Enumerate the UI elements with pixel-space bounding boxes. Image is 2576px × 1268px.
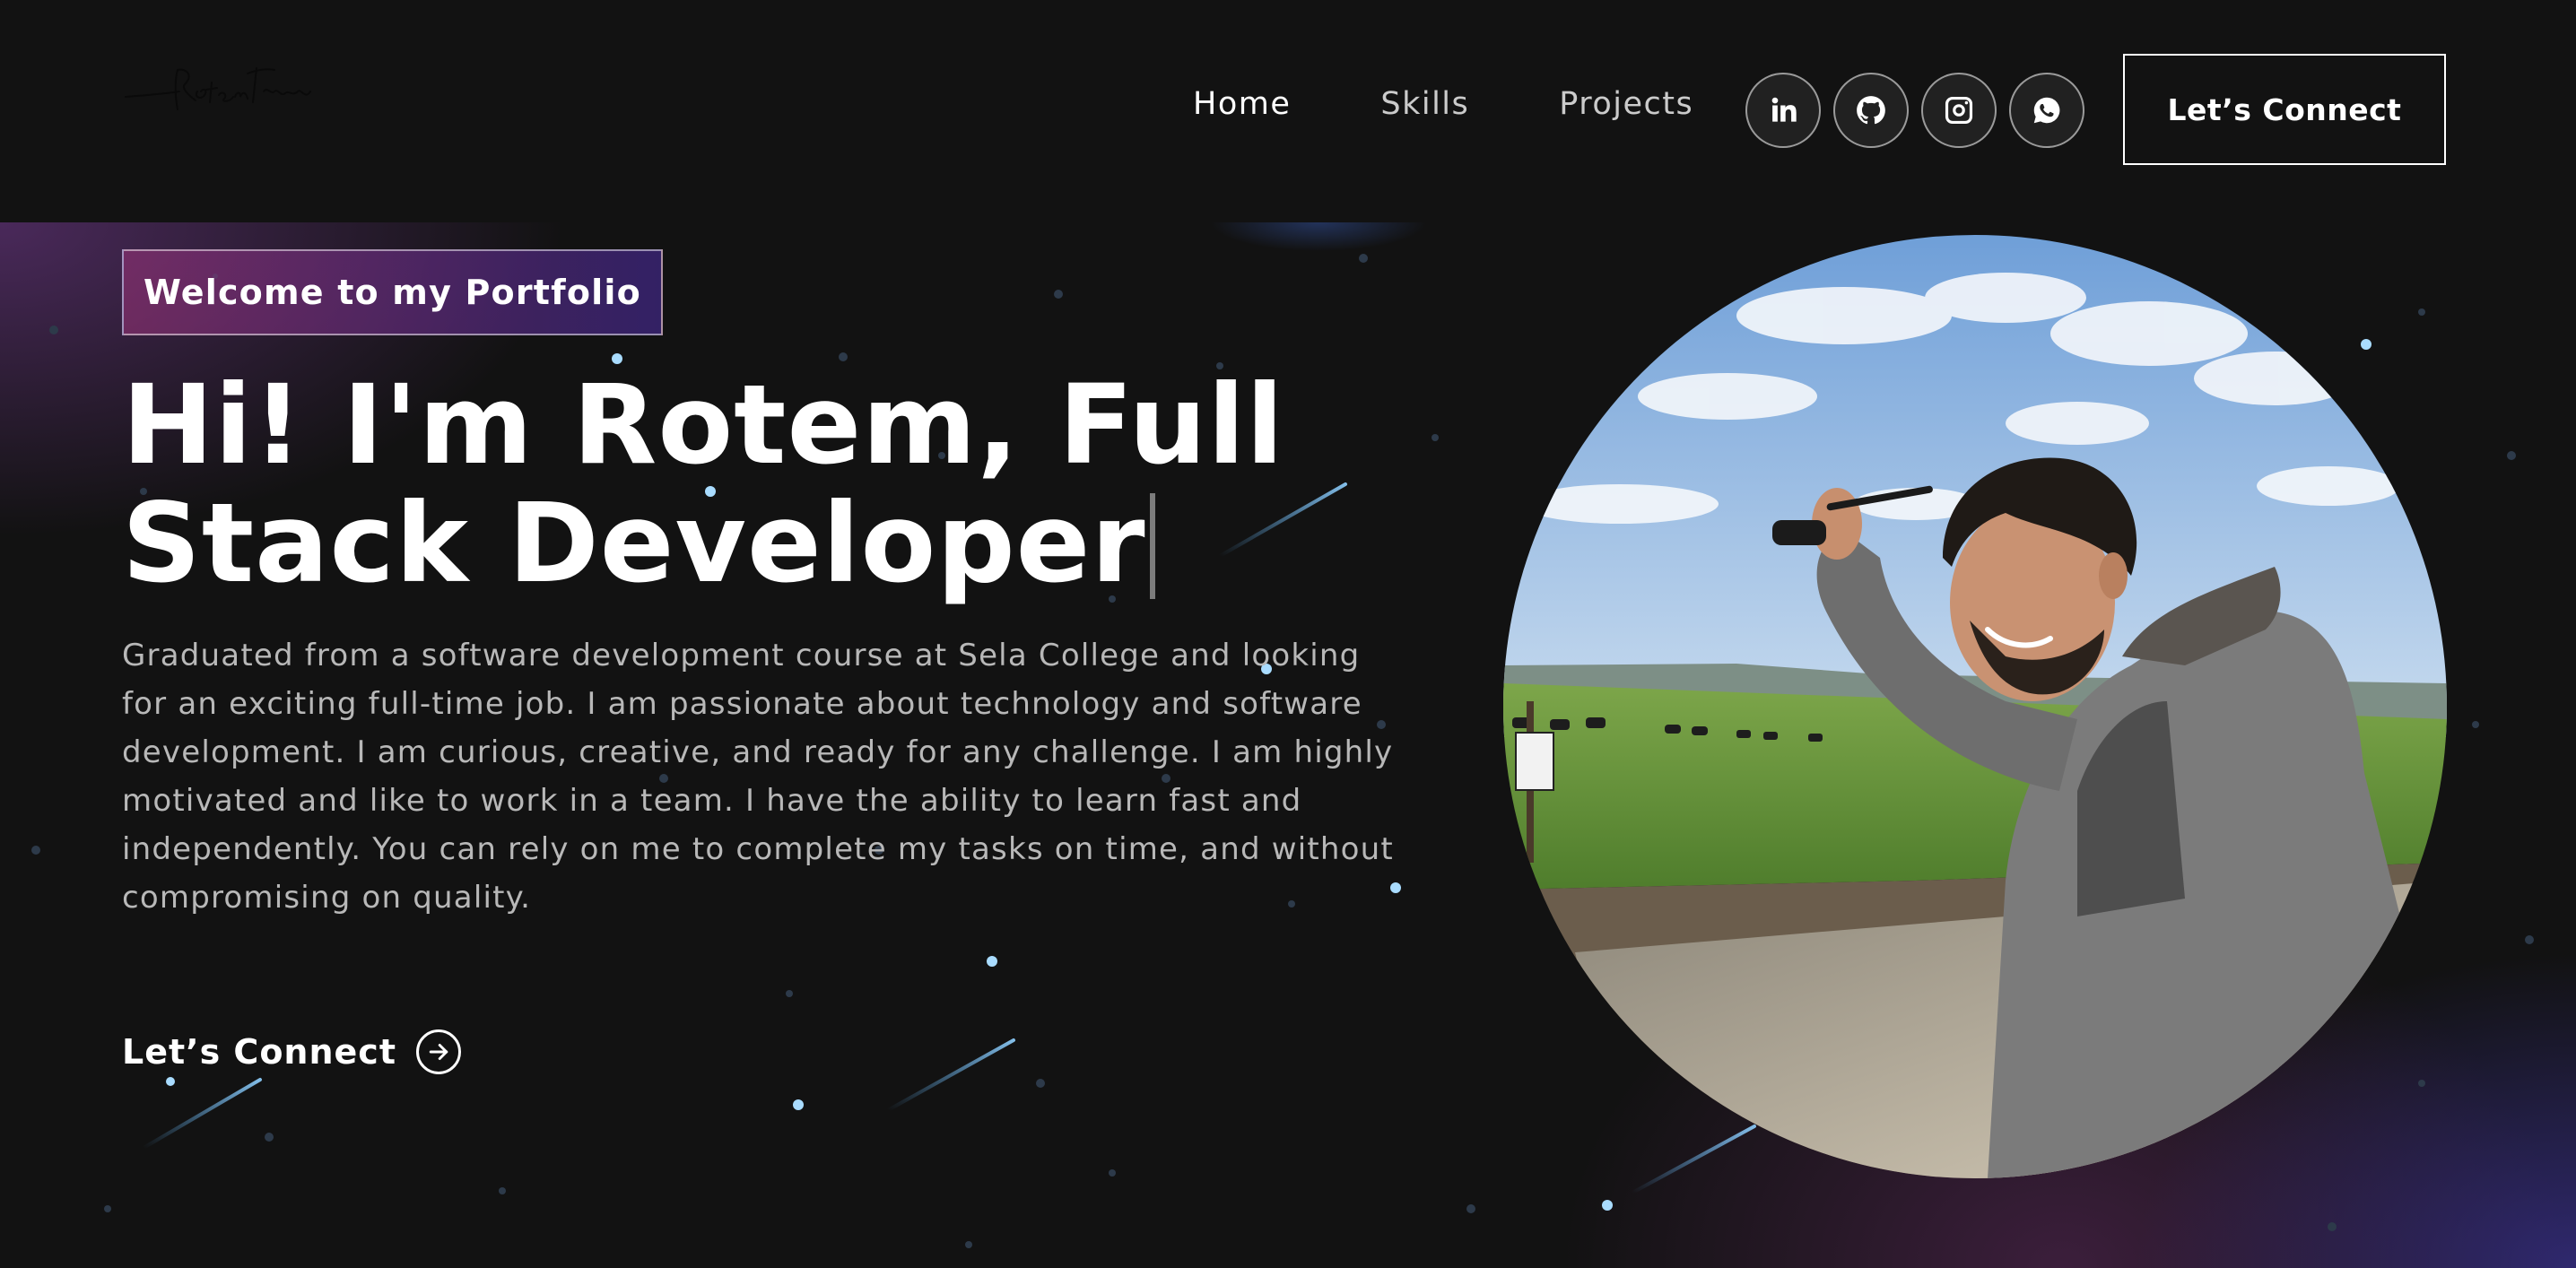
- linkedin-icon[interactable]: [1745, 73, 1821, 148]
- hero-banner: Welcome to my Portfolio Hi! I'm Rotem, F…: [0, 222, 2576, 1268]
- nav-link-home[interactable]: Home: [1193, 86, 1291, 122]
- hero-headline: Hi! I'm Rotem, Full Stack Developer: [122, 366, 1288, 603]
- signature-logo-image: [125, 67, 311, 110]
- arrow-right-circle-icon: [416, 1029, 461, 1074]
- welcome-tagline: Welcome to my Portfolio: [122, 249, 663, 335]
- headline-line-2: Stack Developer: [122, 480, 1146, 607]
- typing-cursor: [1149, 493, 1155, 599]
- navbar: Home Skills Projects Let’s Connect: [0, 0, 2576, 222]
- hero-connect-label: Let’s Connect: [122, 1032, 396, 1072]
- profile-photo: [1503, 235, 2447, 1178]
- social-icons: [1745, 73, 2084, 148]
- hero-connect-button[interactable]: Let’s Connect: [122, 1029, 461, 1074]
- instagram-icon[interactable]: [1921, 73, 1997, 148]
- intro-paragraph: Graduated from a software development co…: [122, 638, 1394, 916]
- nav-links: Home Skills Projects: [1193, 86, 1783, 122]
- nav-connect-button[interactable]: Let’s Connect: [2123, 54, 2446, 165]
- whatsapp-icon[interactable]: [2009, 73, 2084, 148]
- logo-signature[interactable]: [122, 56, 319, 127]
- nav-link-skills[interactable]: Skills: [1380, 86, 1469, 122]
- nav-link-projects[interactable]: Projects: [1559, 86, 1693, 122]
- headline-line-1: Hi! I'm Rotem, Full: [122, 361, 1284, 489]
- github-icon[interactable]: [1833, 73, 1909, 148]
